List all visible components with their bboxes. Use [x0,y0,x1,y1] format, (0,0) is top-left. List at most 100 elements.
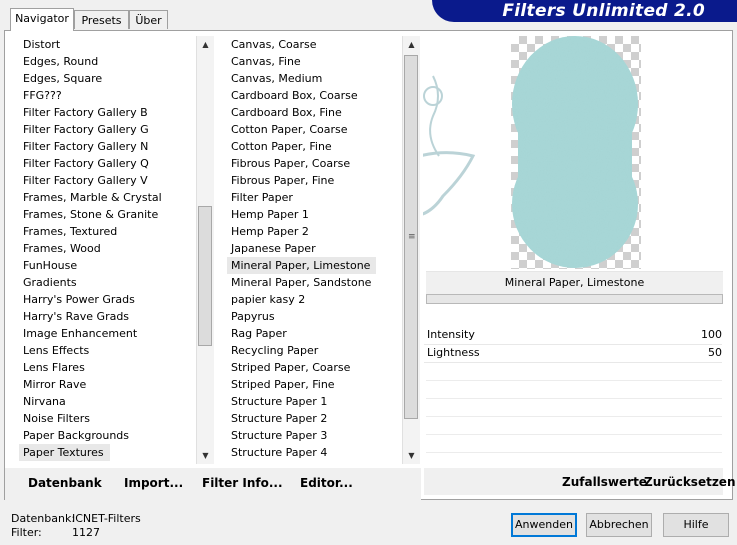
list-item[interactable]: Noise Filters [19,410,195,427]
scroll-down-icon[interactable]: ▼ [197,447,214,464]
list-item[interactable]: Lens Effects [19,342,195,359]
list-item[interactable]: Cardboard Box, Coarse [227,87,401,104]
list-item[interactable]: Filter Factory Gallery G [19,121,195,138]
scroll-down-icon[interactable]: ▼ [403,447,420,464]
tab-navigator[interactable]: Navigator [10,8,74,31]
list-item[interactable]: Papyrus [227,308,401,325]
list-item[interactable]: FFG??? [19,87,195,104]
list-item[interactable]: Filter Factory Gallery N [19,138,195,155]
list-item[interactable]: Canvas, Fine [227,53,401,70]
list-item[interactable]: Structure Paper 2 [227,410,401,427]
param-value: 100 [701,328,722,341]
preview-image [423,36,638,268]
param-label: Intensity [427,328,475,341]
cancel-button[interactable]: Abbrechen [586,513,652,537]
editor-button[interactable]: Editor... [300,476,353,490]
list-item[interactable]: Edges, Round [19,53,195,70]
category-list[interactable]: Distort Edges, Round Edges, Square FFG??? Fi… [19,36,195,464]
list-item[interactable]: Paper Backgrounds [19,427,195,444]
tab-about[interactable]: Über [129,10,168,29]
param-value: 50 [708,346,722,359]
filter-count-label: Filter: [11,526,42,539]
list-item[interactable]: Canvas, Medium [227,70,401,87]
datenbank-button[interactable]: Datenbank [28,476,102,490]
tab-strip: Navigator Presets Über Filters Unlimited… [0,0,737,31]
list-item[interactable]: Striped Paper, Fine [227,376,401,393]
scroll-up-icon[interactable]: ▲ [197,36,214,53]
list-item[interactable]: Frames, Textured [19,223,195,240]
list-item[interactable]: Mineral Paper, Limestone [227,257,377,274]
list-item[interactable]: Frames, Stone & Granite [19,206,195,223]
list-item[interactable]: Image Enhancement [19,325,195,342]
reset-button[interactable]: Zurücksetzen [644,475,735,489]
list-item[interactable]: Frames, Marble & Crystal [19,189,195,206]
progress-bar [426,294,723,304]
list-item[interactable]: Filter Factory Gallery V [19,172,195,189]
list-item[interactable]: Filter Factory Gallery Q [19,155,195,172]
list-item[interactable]: Nirvana [19,393,195,410]
list-item[interactable]: Distort [19,36,195,53]
slider-lightness[interactable] [424,362,722,363]
scroll-thumb[interactable] [198,206,212,346]
list-item[interactable]: Cardboard Box, Fine [227,104,401,121]
list-item[interactable]: FunHouse [19,257,195,274]
list-item[interactable]: Fibrous Paper, Coarse [227,155,401,172]
title-banner: Filters Unlimited 2.0 [432,0,737,22]
list-item[interactable]: Structure Paper 3 [227,427,401,444]
selected-filter-name: Mineral Paper, Limestone [426,271,723,294]
db-label: Datenbank: [11,512,76,525]
random-values-button[interactable]: Zufallswerte [562,475,647,489]
filter-count-value: 1127 [72,526,100,539]
list-item[interactable]: Lens Flares [19,359,195,376]
list-item[interactable]: Structure Paper 4 [227,444,401,461]
list-item[interactable]: Filter Factory Gallery B [19,104,195,121]
list-item[interactable]: Gradients [19,274,195,291]
param-row-lightness[interactable]: Lightness 50 [426,344,722,362]
list-item[interactable]: Mirror Rave [19,376,195,393]
tab-presets[interactable]: Presets [74,10,129,29]
param-row-intensity[interactable]: Intensity 100 [426,326,722,344]
parameter-area: Intensity 100 Lightness 50 [424,306,723,492]
list-item[interactable]: Frames, Wood [19,240,195,257]
list-item[interactable]: Harry's Power Grads [19,291,195,308]
empty-param-row [426,416,722,417]
filter-list[interactable]: Canvas, Coarse Canvas, Fine Canvas, Medium… [227,36,401,464]
param-label: Lightness [427,346,480,359]
db-value: ICNET-Filters [72,512,141,525]
list-item[interactable]: Filter Paper [227,189,401,206]
scroll-up-icon[interactable]: ▲ [403,36,420,53]
list-item[interactable]: Striped Paper, Coarse [227,359,401,376]
list-item[interactable]: Recycling Paper [227,342,401,359]
banner-title: Filters Unlimited 2.0 [502,1,705,21]
list-action-bar: Datenbank Import... Filter Info... Edito… [5,468,421,500]
list-item[interactable]: Cotton Paper, Coarse [227,121,401,138]
empty-param-row [426,398,722,399]
list-item[interactable]: Paper Textures [19,444,110,461]
list-item[interactable]: Harry's Rave Grads [19,308,195,325]
watermark-icon [423,75,476,216]
list-item[interactable]: Structure Paper 1 [227,393,401,410]
list-item[interactable]: Hemp Paper 2 [227,223,401,240]
list-item[interactable]: papier kasy 2 [227,291,401,308]
category-scrollbar[interactable]: ▲ ▼ [196,36,214,464]
empty-param-row [426,434,722,435]
param-action-bar: Zufallswerte Zurücksetzen [424,468,735,495]
apply-button[interactable]: Anwenden [511,513,577,537]
import-button[interactable]: Import... [124,476,183,490]
filter-scrollbar[interactable]: ▲ ≡ ▼ [402,36,420,464]
help-button[interactable]: Hilfe [663,513,729,537]
empty-param-row [426,452,722,453]
list-item[interactable]: Rag Paper [227,325,401,342]
list-item[interactable]: Japanese Paper [227,240,401,257]
list-item[interactable]: Mineral Paper, Sandstone [227,274,401,291]
empty-param-row [426,380,722,381]
list-item[interactable]: Hemp Paper 1 [227,206,401,223]
list-item[interactable]: Cotton Paper, Fine [227,138,401,155]
grip-icon: ≡ [408,232,416,242]
list-item[interactable]: Fibrous Paper, Fine [227,172,401,189]
list-item[interactable]: Edges, Square [19,70,195,87]
preview-area [423,36,724,270]
list-item[interactable]: Canvas, Coarse [227,36,401,53]
filter-info-button[interactable]: Filter Info... [202,476,283,490]
scroll-thumb[interactable]: ≡ [404,55,418,419]
